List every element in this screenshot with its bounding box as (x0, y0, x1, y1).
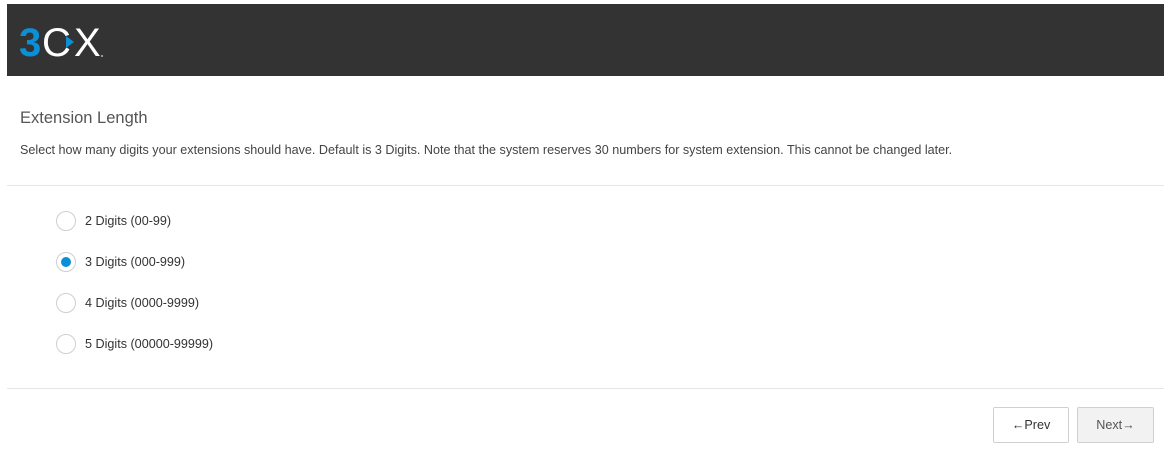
option-label: 5 Digits (00000-99999) (85, 337, 214, 351)
svg-text:3: 3 (19, 22, 41, 62)
option-2-digits[interactable]: 2 Digits (00-99) (56, 210, 213, 232)
extension-length-options: 2 Digits (00-99) 3 Digits (000-999) 4 Di… (56, 210, 213, 374)
divider-bottom (7, 388, 1164, 389)
prev-button[interactable]: ←Prev (993, 407, 1069, 443)
option-3-digits[interactable]: 3 Digits (000-999) (56, 251, 213, 273)
radio-4-digits[interactable] (56, 293, 76, 313)
option-label: 3 Digits (000-999) (85, 255, 186, 269)
next-button[interactable]: Next→ (1077, 407, 1154, 443)
3cx-logo-mark: 3 C X (19, 22, 103, 62)
radio-3-digits[interactable] (56, 252, 76, 272)
radio-2-digits[interactable] (56, 211, 76, 231)
header-bar: 3 C X (7, 4, 1164, 76)
extension-length-section: Extension Length Select how many digits … (20, 100, 1150, 158)
divider-top (7, 185, 1164, 186)
radio-5-digits[interactable] (56, 334, 76, 354)
option-5-digits[interactable]: 5 Digits (00000-99999) (56, 333, 213, 355)
svg-text:X: X (74, 22, 101, 62)
page-title: Extension Length (20, 109, 148, 127)
option-label: 4 Digits (0000-9999) (85, 296, 200, 310)
section-description: Select how many digits your extensions s… (20, 143, 953, 157)
option-4-digits[interactable]: 4 Digits (0000-9999) (56, 292, 213, 314)
3cx-logo: 3 C X (19, 22, 139, 62)
option-label: 2 Digits (00-99) (85, 214, 172, 228)
